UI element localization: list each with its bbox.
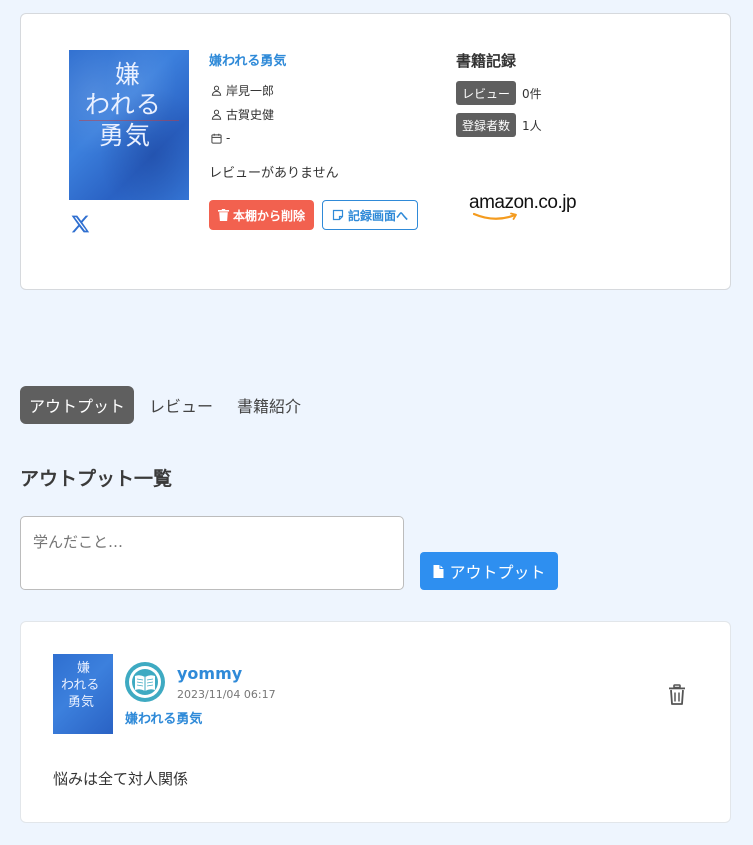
review-count: 0件	[522, 86, 542, 101]
cover-text-line: 嫌	[77, 661, 91, 676]
trash-icon	[669, 684, 685, 705]
remove-from-shelf-label: 本棚から削除	[233, 208, 306, 223]
book-card: 嫌 われる 勇気 嫌われる勇気 岸見一郎 古賀史健 - レビューがありません 本…	[20, 13, 731, 290]
user-icon	[209, 107, 223, 121]
book-info: 嫌われる勇気 岸見一郎 古賀史健 - レビューがありません 本棚から削除 記録画…	[209, 50, 439, 230]
submit-output-button[interactable]: アウトプット	[420, 552, 558, 590]
amazon-smile-icon	[473, 212, 517, 220]
output-timestamp: 2023/11/04 06:17	[177, 688, 276, 701]
book-cover-image[interactable]: 嫌 われる 勇気	[69, 50, 189, 200]
calendar-icon	[209, 131, 223, 145]
delete-output-button[interactable]	[667, 684, 687, 706]
amazon-logo-text: amazon.co.jp	[469, 192, 577, 213]
author-name: 古賀史健	[226, 107, 275, 122]
submit-output-label: アウトプット	[449, 565, 546, 582]
output-item: 嫌 われる 勇気 yommy 2023/11/04 06:17 嫌われる勇気 悩…	[20, 621, 731, 823]
cover-text-line: 勇気	[99, 121, 152, 150]
cover-text-line: われる	[85, 90, 162, 119]
output-input[interactable]	[20, 516, 404, 590]
book-title-link[interactable]: 嫌われる勇気	[209, 50, 439, 69]
records-title: 書籍記録	[456, 52, 517, 70]
no-review-message: レビューがありません	[209, 166, 339, 181]
review-tag: レビュー	[456, 81, 517, 105]
user-avatar[interactable]	[125, 662, 165, 702]
output-list-title: アウトプット一覧	[20, 468, 173, 490]
date-row: -	[209, 126, 439, 150]
amazon-link-logo[interactable]: amazon.co.jp	[469, 192, 589, 232]
author-row: 岸見一郎	[209, 78, 439, 102]
output-text: 悩みは全て対人関係	[53, 770, 189, 788]
book-avatar-icon	[129, 666, 161, 698]
tab-book-intro[interactable]: 書籍紹介	[228, 386, 310, 424]
user-icon	[209, 83, 223, 97]
review-count-row: レビュー 0件	[456, 81, 696, 105]
publish-date: -	[226, 131, 231, 145]
author-name: 岸見一郎	[226, 83, 275, 98]
cover-text-line: 勇気	[68, 695, 95, 710]
remove-from-shelf-button[interactable]: 本棚から削除	[209, 200, 315, 230]
book-records: 書籍記録 レビュー 0件 登録者数 1人 amazon.co.jp	[456, 50, 696, 220]
trash-icon	[218, 209, 229, 221]
output-book-cover[interactable]: 嫌 われる 勇気	[53, 654, 113, 734]
registrants-tag: 登録者数	[456, 113, 517, 137]
note-icon	[332, 209, 344, 221]
registrants-count: 1人	[522, 118, 542, 133]
content-tabs: アウトプット レビュー 書籍紹介	[20, 386, 316, 424]
output-book-title-link[interactable]: 嫌われる勇気	[125, 708, 202, 727]
tab-output[interactable]: アウトプット	[20, 386, 135, 424]
tab-review[interactable]: レビュー	[140, 386, 222, 424]
author-row: 古賀史健	[209, 102, 439, 126]
go-to-record-label: 記録画面へ	[348, 208, 409, 223]
registrants-count-row: 登録者数 1人	[456, 113, 696, 137]
cover-text-line: 嫌	[115, 60, 142, 89]
cover-text-line: われる	[61, 678, 100, 693]
output-username-link[interactable]: yommy	[177, 664, 242, 683]
x-share-icon[interactable]	[70, 214, 90, 234]
file-icon	[433, 564, 444, 578]
go-to-record-button[interactable]: 記録画面へ	[322, 200, 419, 230]
